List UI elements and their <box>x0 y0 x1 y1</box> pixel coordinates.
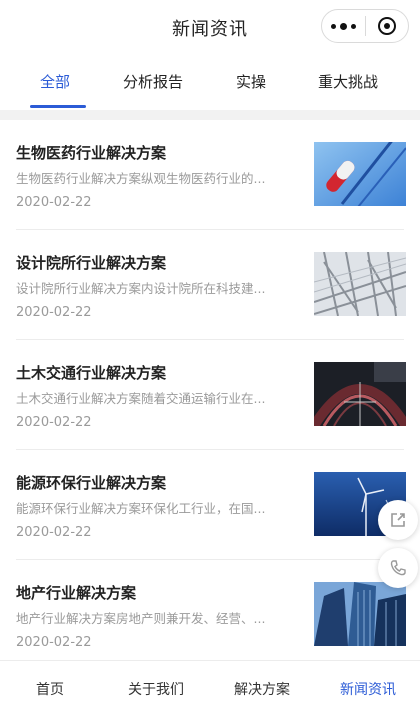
news-item[interactable]: 设计院所行业解决方案 设计院所行业解决方案内设计院所在科技建... 2020-0… <box>0 230 420 340</box>
bottom-tab-bar: 首页 关于我们 解决方案 新闻资讯 <box>0 660 420 716</box>
news-summary: 设计院所行业解决方案内设计院所在科技建... <box>16 281 266 296</box>
tab-analysis-report[interactable]: 分析报告 <box>123 71 183 92</box>
news-summary: 地产行业解决方案房地产则兼开发、经营、... <box>16 611 266 626</box>
more-dot-icon <box>350 23 356 29</box>
news-title: 生物医药行业解决方案 <box>16 144 167 162</box>
tab-practice[interactable]: 实操 <box>236 71 266 92</box>
news-date: 2020-02-22 <box>16 635 92 650</box>
news-title: 设计院所行业解决方案 <box>16 254 167 272</box>
close-mini-program-button[interactable] <box>365 10 408 42</box>
call-button[interactable] <box>378 548 418 588</box>
news-thumbnail <box>314 362 406 426</box>
active-tab-indicator <box>30 105 86 108</box>
nav-about-us[interactable]: 关于我们 <box>128 679 184 699</box>
news-summary: 能源环保行业解决方案环保化工行业，在国... <box>16 501 266 516</box>
news-date: 2020-02-22 <box>16 305 92 320</box>
news-item[interactable]: 地产行业解决方案 地产行业解决方案房地产则兼开发、经营、... 2020-02-… <box>0 560 420 670</box>
news-date: 2020-02-22 <box>16 415 92 430</box>
share-icon <box>391 513 405 527</box>
tab-all[interactable]: 全部 <box>40 71 70 92</box>
news-title: 土木交通行业解决方案 <box>16 364 167 382</box>
target-icon <box>377 17 396 35</box>
category-tabs: 全部 分析报告 实操 重大挑战 <box>0 54 420 110</box>
news-title: 能源环保行业解决方案 <box>16 474 167 492</box>
nav-home[interactable]: 首页 <box>36 679 64 699</box>
nav-solutions[interactable]: 解决方案 <box>234 679 290 699</box>
share-button[interactable] <box>378 500 418 540</box>
nav-news[interactable]: 新闻资讯 <box>340 679 396 699</box>
news-thumbnail <box>314 582 406 646</box>
more-dot-icon <box>330 23 336 29</box>
news-date: 2020-02-22 <box>16 525 92 540</box>
news-summary: 土木交通行业解决方案随着交通运输行业在... <box>16 391 266 406</box>
news-title: 地产行业解决方案 <box>16 584 137 602</box>
news-item[interactable]: 生物医药行业解决方案 生物医药行业解决方案纵观生物医药行业的... 2020-0… <box>0 120 420 230</box>
phone-icon <box>390 560 406 576</box>
news-thumbnail <box>314 252 406 316</box>
top-bar: 新闻资讯 <box>0 0 420 54</box>
more-dot-icon <box>339 22 347 30</box>
news-date: 2020-02-22 <box>16 195 92 210</box>
news-thumbnail <box>314 142 406 206</box>
news-item[interactable]: 能源环保行业解决方案 能源环保行业解决方案环保化工行业，在国... 2020-0… <box>0 450 420 560</box>
section-separator <box>0 110 420 120</box>
more-menu-button[interactable] <box>322 10 365 42</box>
tab-major-challenge[interactable]: 重大挑战 <box>318 71 378 92</box>
mini-program-capsule <box>321 9 409 43</box>
news-summary: 生物医药行业解决方案纵观生物医药行业的... <box>16 171 266 186</box>
news-item[interactable]: 土木交通行业解决方案 土木交通行业解决方案随着交通运输行业在... 2020-0… <box>0 340 420 450</box>
